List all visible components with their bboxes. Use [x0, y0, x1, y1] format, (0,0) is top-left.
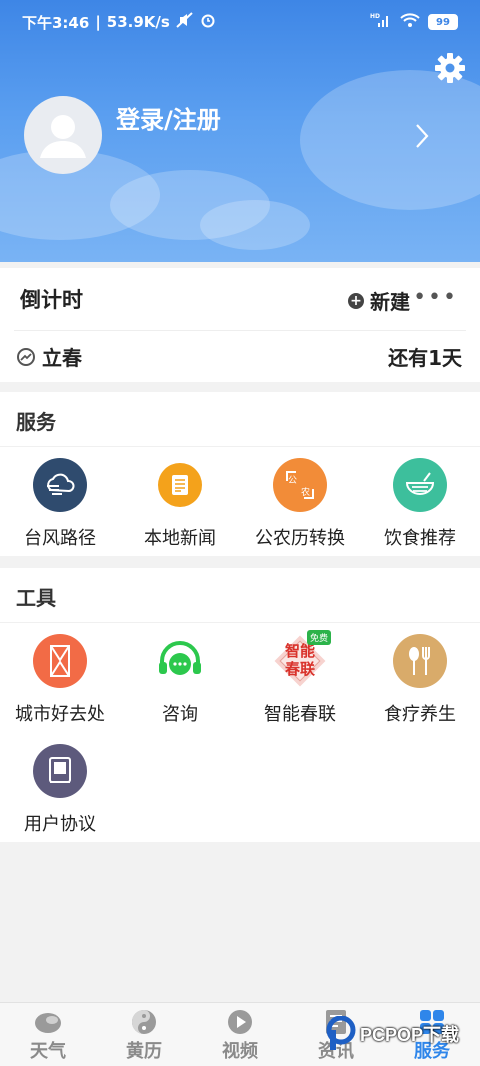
nav-label: 视频: [222, 1041, 258, 1062]
couplet-art-text: 智能春联: [284, 642, 315, 678]
new-label: 新建: [370, 290, 410, 314]
service-typhoon-path[interactable]: 台风路径: [0, 458, 120, 550]
status-bar: 下午3:46 | 53.9K/s HD 99: [0, 0, 480, 44]
cloud-decoration: [300, 70, 480, 210]
spoon-fork-icon: [393, 634, 447, 688]
svg-text:HD: HD: [370, 13, 380, 20]
avatar[interactable]: [24, 96, 102, 174]
settings-gear-icon[interactable]: [434, 52, 466, 84]
agreement-icon: [33, 744, 87, 798]
tool-label: 食疗养生: [384, 704, 456, 725]
service-label: 饮食推荐: [384, 528, 456, 549]
svg-text:农: 农: [301, 486, 310, 498]
watermark: PCPOP下载: [326, 1016, 459, 1052]
mute-icon: [176, 12, 194, 32]
video-icon: [228, 1010, 252, 1034]
divider: [0, 622, 480, 623]
battery-icon: 99: [428, 14, 458, 30]
tab-video[interactable]: 视频: [192, 1003, 288, 1066]
divider: [14, 330, 466, 331]
signal-icon: HD: [370, 12, 392, 32]
tool-label: 城市好去处: [15, 704, 105, 725]
service-calendar-convert[interactable]: 公农 公农历转换: [240, 458, 360, 550]
services-section: 服务 台风路径 本地新闻 公农 公农历转换 饮食推荐: [0, 392, 480, 556]
plus-circle-icon: +: [348, 292, 364, 309]
food-bowl-icon: [393, 458, 447, 512]
tool-label: 咨询: [162, 704, 198, 725]
user-silhouette-icon: [40, 115, 86, 158]
remaining-days: 还有1天: [388, 346, 462, 370]
tool-diet-therapy[interactable]: 食疗养生: [360, 634, 480, 726]
tab-almanac[interactable]: 黄历: [96, 1003, 192, 1066]
countdown-card: 倒计时 + 新建 ••• 立春 还有1天: [0, 268, 480, 382]
more-options-icon[interactable]: •••: [413, 285, 458, 310]
alarm-icon: [200, 12, 216, 32]
service-label: 台风路径: [24, 528, 96, 549]
tool-smart-couplet[interactable]: 智能春联 免费 智能春联: [240, 630, 360, 726]
almanac-icon: [132, 1010, 156, 1034]
free-badge: 免费: [306, 630, 331, 645]
city-icon: [33, 634, 87, 688]
couplet-icon: 智能春联 免费: [273, 630, 331, 688]
tab-weather[interactable]: 天气: [0, 1003, 96, 1066]
service-food-recommend[interactable]: 饮食推荐: [360, 458, 480, 550]
service-label: 本地新闻: [144, 528, 216, 549]
service-local-news[interactable]: 本地新闻: [120, 458, 240, 550]
watermark-text: PCPOP下载: [360, 1025, 460, 1045]
new-countdown-button[interactable]: + 新建: [348, 286, 410, 315]
tool-consult[interactable]: 咨询: [120, 634, 240, 726]
tool-user-agreement[interactable]: 用户协议: [0, 744, 120, 836]
svg-text:公: 公: [288, 475, 297, 486]
solar-term-name: 立春: [42, 346, 82, 370]
wifi-icon: [400, 12, 420, 32]
countdown-title: 倒计时: [20, 288, 83, 312]
nav-label: 天气: [30, 1041, 66, 1062]
watermark-logo-icon: [326, 1016, 356, 1050]
tool-city-places[interactable]: 城市好去处: [0, 634, 120, 726]
cloud-decoration: [200, 200, 310, 250]
chat-icon: [153, 634, 207, 688]
calendar-convert-icon: 公农: [273, 458, 327, 512]
divider: [0, 446, 480, 447]
typhoon-icon: [33, 458, 87, 512]
login-register-link[interactable]: 登录/注册: [116, 100, 221, 135]
status-time: 下午3:46: [22, 13, 90, 32]
profile-header: 下午3:46 | 53.9K/s HD 99 登录/注册: [0, 0, 480, 262]
nav-label: 黄历: [126, 1041, 162, 1062]
service-label: 公农历转换: [255, 528, 345, 549]
network-speed: 53.9K/s: [106, 13, 170, 31]
services-title: 服务: [16, 410, 56, 434]
tool-label: 用户协议: [24, 814, 96, 835]
trend-circle-icon: [17, 347, 35, 366]
tools-section: 工具 城市好去处 咨询 智能春联 免费 智能春联 食疗养生 用户协议: [0, 568, 480, 842]
tool-label: 智能春联: [264, 704, 336, 725]
chevron-right-icon[interactable]: [414, 122, 430, 150]
weather-icon: [35, 1013, 61, 1033]
solar-term-item[interactable]: 立春: [16, 342, 82, 371]
tools-title: 工具: [16, 586, 56, 610]
news-icon: [158, 463, 202, 507]
